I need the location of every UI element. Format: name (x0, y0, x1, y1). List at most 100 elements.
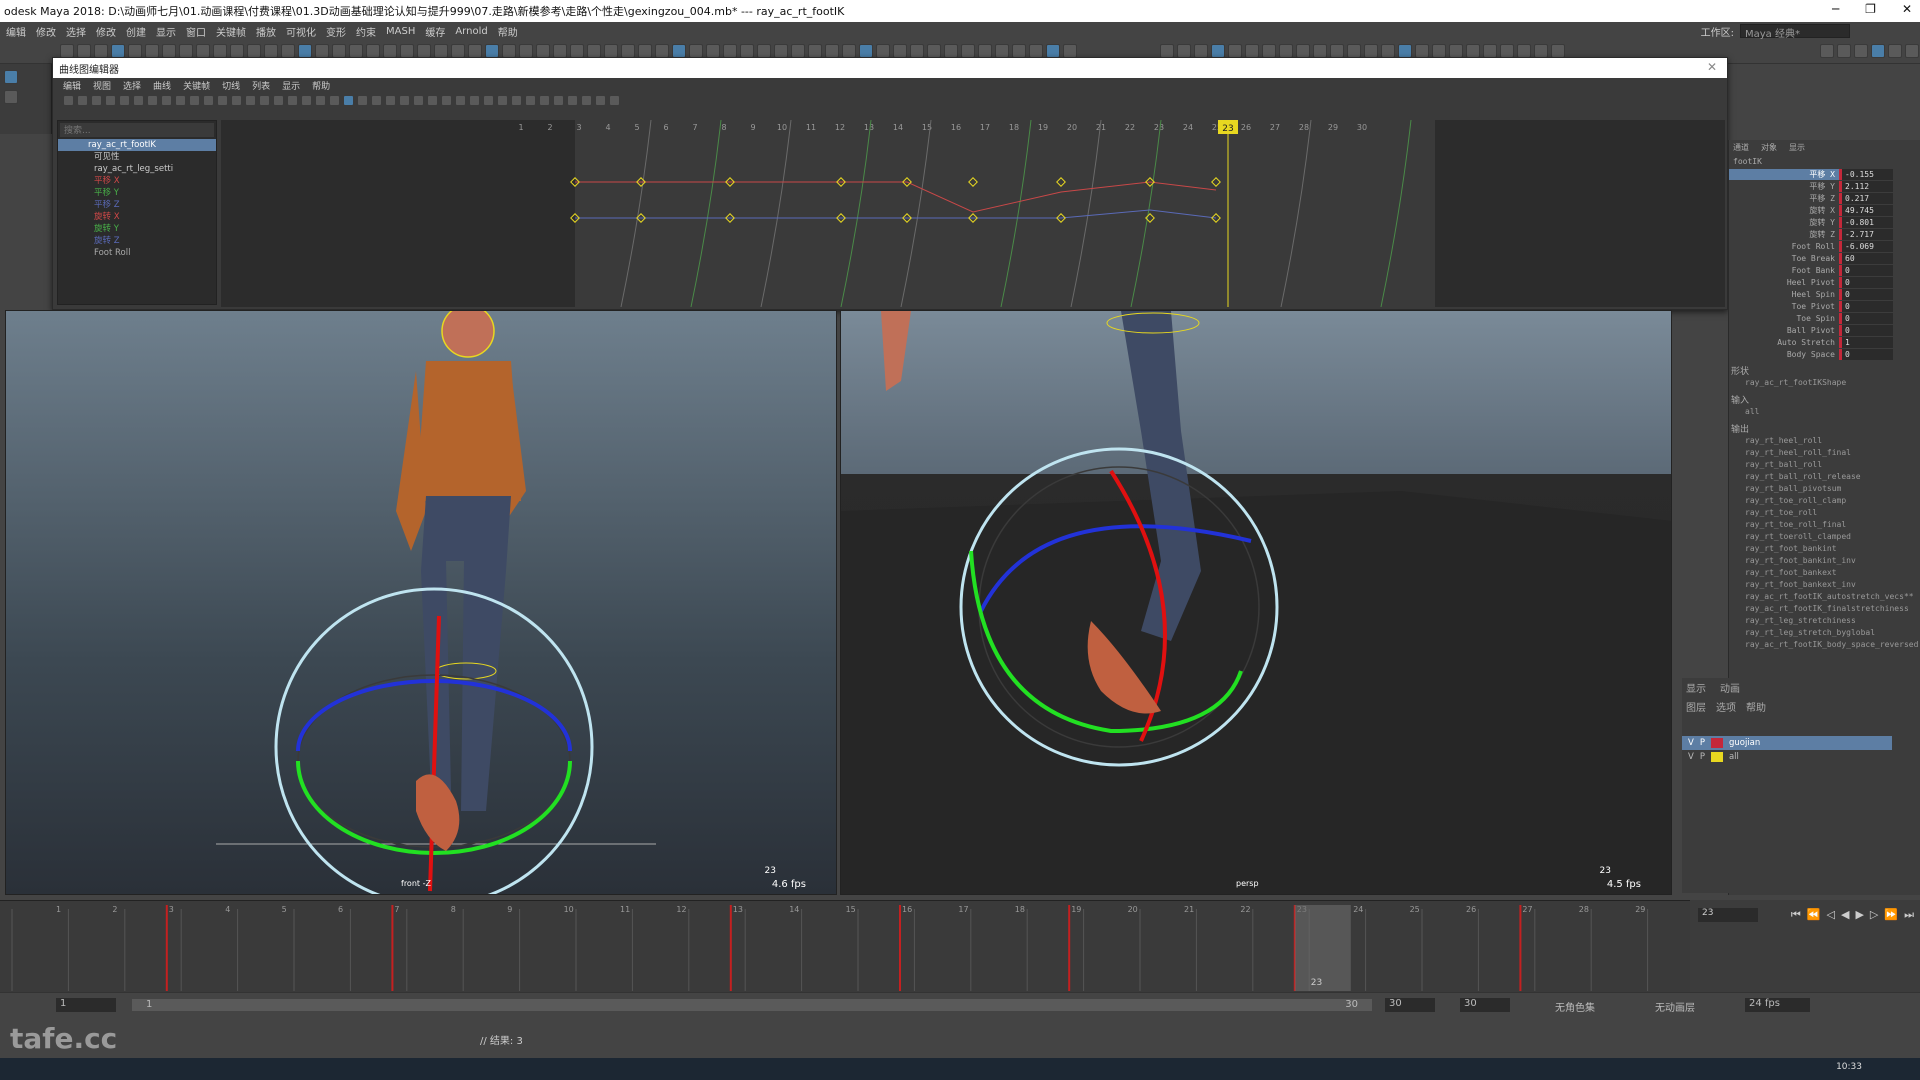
render-icon[interactable] (1177, 44, 1191, 58)
tool-icon[interactable] (689, 44, 703, 58)
output-node[interactable]: ray_rt_ball_roll (1729, 459, 1920, 471)
anim-layer-dropdown[interactable]: 无动画层 (1655, 999, 1695, 1014)
channel-attribute-value[interactable]: 0.217 (1839, 192, 1893, 204)
menu-item[interactable]: 编辑 (6, 24, 26, 39)
tool-icon[interactable] (859, 44, 873, 58)
tool-icon[interactable] (995, 44, 1009, 58)
tool-icon[interactable] (298, 44, 312, 58)
channel-attribute-value[interactable]: 0 (1839, 348, 1893, 360)
viewport-persp[interactable]: 23 4.5 fps persp (840, 310, 1672, 895)
tool-icon[interactable] (77, 44, 91, 58)
playback-button[interactable]: ▶ (1855, 908, 1863, 922)
render-icon[interactable] (1415, 44, 1429, 58)
viewport-front[interactable]: 23 4.6 fps front -Z (5, 310, 837, 895)
tool-icon[interactable] (383, 44, 397, 58)
tool-icon[interactable] (1063, 44, 1077, 58)
channel-attribute[interactable]: Toe Spin 0 (1729, 312, 1920, 324)
outliner-item[interactable]: 旋转 Z (58, 235, 216, 247)
fps-dropdown[interactable]: 24 fps (1745, 998, 1810, 1012)
playback-button[interactable]: ⏩ (1884, 908, 1898, 922)
outliner-item[interactable]: Foot Roll (58, 247, 216, 259)
render-icon[interactable] (1330, 44, 1344, 58)
graph-tool-icon[interactable] (539, 94, 550, 106)
layer-playback-toggle[interactable]: P (1700, 752, 1705, 762)
graph-tool-icon[interactable] (259, 94, 270, 106)
tool-icon[interactable] (655, 44, 669, 58)
menu-item[interactable]: 缓存 (425, 24, 445, 39)
channel-box-tab[interactable]: 对象 (1761, 142, 1777, 153)
tool-icon[interactable] (230, 44, 244, 58)
graph-outliner-search[interactable]: 搜索... (60, 123, 214, 137)
tool-icon[interactable] (213, 44, 227, 58)
playback-button[interactable]: ▷ (1870, 908, 1878, 922)
tool-icon[interactable] (315, 44, 329, 58)
tool-icon[interactable] (162, 44, 176, 58)
output-node[interactable]: ray_rt_heel_roll_final (1729, 447, 1920, 459)
output-node[interactable]: ray_rt_foot_bankext (1729, 567, 1920, 579)
graph-tool-icon[interactable] (63, 94, 74, 106)
output-node[interactable]: ray_rt_heel_roll (1729, 435, 1920, 447)
menu-item[interactable]: MASH (386, 26, 415, 37)
channel-attribute-value[interactable]: -0.155 (1839, 168, 1893, 180)
graph-menu-item[interactable]: 关键帧 (183, 79, 210, 92)
layer-menu-item[interactable]: 帮助 (1746, 699, 1766, 714)
front-scene[interactable] (6, 311, 837, 895)
graph-menu-item[interactable]: 列表 (252, 79, 270, 92)
channel-box-tab[interactable]: 显示 (1789, 142, 1805, 153)
render-icon[interactable] (1517, 44, 1531, 58)
shape-node[interactable]: ray_ac_rt_footIKShape (1729, 377, 1920, 389)
channel-attribute-value[interactable]: 0 (1839, 300, 1893, 312)
layer-row[interactable]: V Pall (1682, 750, 1892, 764)
output-node[interactable]: ray_ac_rt_footIK_finalstretchiness (1729, 603, 1920, 615)
graph-curve-area[interactable]: 1 2 3 4 5 6 7 8 9 10 11 12 13 14 15 16 17 18 19 20 21 22 23 24 2… (221, 119, 1725, 308)
graph-tool-icon[interactable] (413, 94, 424, 106)
channel-attribute[interactable]: 旋转 Y -0.801 (1729, 216, 1920, 228)
graph-tool-icon[interactable] (77, 94, 88, 106)
menu-item[interactable]: 关键帧 (216, 24, 246, 39)
output-node[interactable]: ray_rt_toe_roll_final (1729, 519, 1920, 531)
playback-button[interactable]: ⏪ (1807, 908, 1821, 922)
tool-icon[interactable] (60, 44, 74, 58)
menu-item[interactable]: 窗口 (186, 24, 206, 39)
graph-menu-item[interactable]: 视图 (93, 79, 111, 92)
graph-tool-icon[interactable] (231, 94, 242, 106)
render-icon[interactable] (1534, 44, 1548, 58)
tool-icon[interactable] (349, 44, 363, 58)
panel-icon[interactable] (1905, 44, 1919, 58)
graph-tool-icon[interactable] (175, 94, 186, 106)
output-node[interactable]: ray_rt_foot_bankext_inv (1729, 579, 1920, 591)
tool-icon[interactable] (927, 44, 941, 58)
render-icon[interactable] (1228, 44, 1242, 58)
channel-attribute-value[interactable]: -6.069 (1839, 240, 1893, 252)
graph-tool-icon[interactable] (287, 94, 298, 106)
channel-attribute-value[interactable]: 0 (1839, 324, 1893, 336)
render-icon[interactable] (1194, 44, 1208, 58)
graph-tool-icon[interactable] (203, 94, 214, 106)
tool-icon[interactable] (1029, 44, 1043, 58)
channel-attribute[interactable]: 平移 X -0.155 (1729, 168, 1920, 180)
menu-item[interactable]: 可视化 (286, 24, 316, 39)
graph-tool-icon[interactable] (343, 94, 354, 106)
graph-tool-icon[interactable] (329, 94, 340, 106)
tool-icon[interactable] (757, 44, 771, 58)
graph-menu-item[interactable]: 曲线 (153, 79, 171, 92)
playback-button[interactable]: ⏭ (1904, 908, 1914, 922)
output-node[interactable]: ray_rt_toe_roll_clamp (1729, 495, 1920, 507)
playback-button[interactable]: ◁ (1827, 908, 1835, 922)
tool-icon[interactable] (468, 44, 482, 58)
graph-tool-icon[interactable] (399, 94, 410, 106)
render-icon[interactable] (1364, 44, 1378, 58)
layer-color-swatch[interactable] (1710, 738, 1723, 748)
graph-tool-icon[interactable] (357, 94, 368, 106)
tool-icon[interactable] (808, 44, 822, 58)
channel-attribute-value[interactable]: 0 (1839, 276, 1893, 288)
graph-tool-icon[interactable] (161, 94, 172, 106)
render-icon[interactable] (1432, 44, 1446, 58)
graph-tool-icon[interactable] (189, 94, 200, 106)
tool-icon[interactable] (196, 44, 210, 58)
channel-attribute[interactable]: Toe Break 60 (1729, 252, 1920, 264)
panel-icon[interactable] (1871, 44, 1885, 58)
render-icon[interactable] (1296, 44, 1310, 58)
tool-icon[interactable] (944, 44, 958, 58)
tool-icon[interactable] (672, 44, 686, 58)
